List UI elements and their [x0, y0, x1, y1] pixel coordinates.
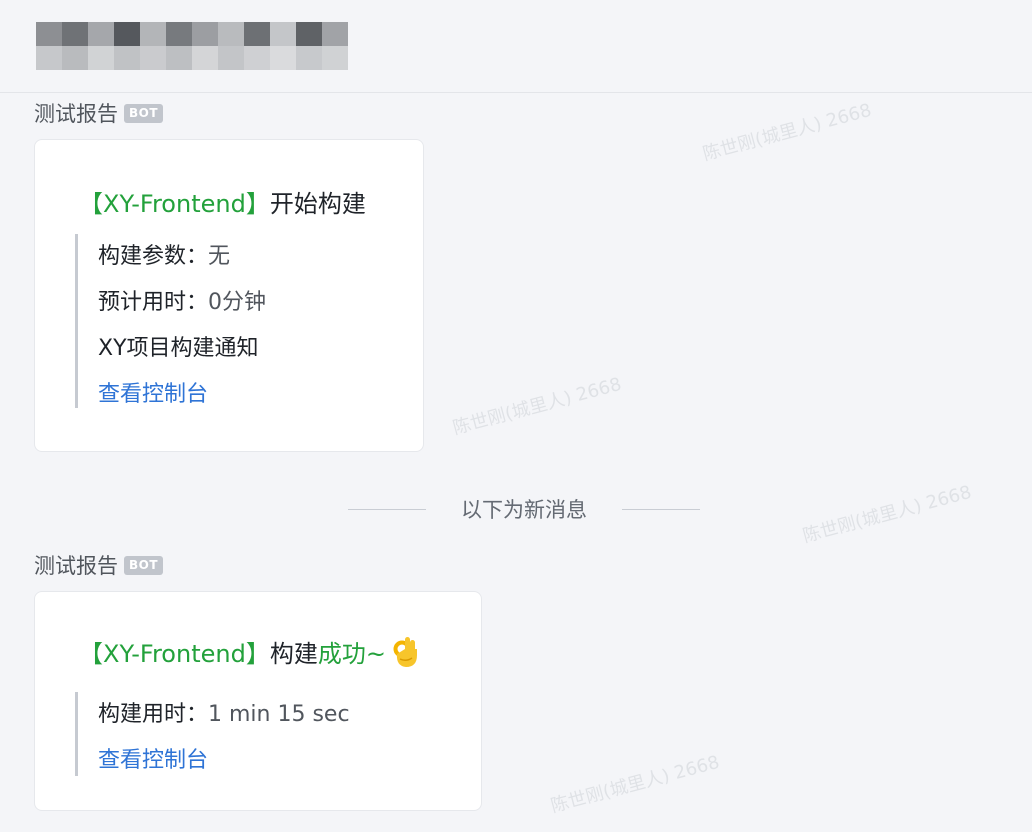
success-text: 成功~ [317, 640, 386, 668]
project-tag: 【XY-Frontend】 [79, 640, 270, 668]
mosaic-cell [244, 22, 270, 46]
info-value: 0分钟 [208, 290, 267, 315]
mosaic-row [36, 22, 348, 46]
title-text: 开始构建 [269, 190, 366, 218]
project-tag: 【XY-Frontend】 [79, 190, 270, 218]
info-line: 构建用时：1 min 15 sec [98, 692, 350, 738]
message-sender: 测试报告 BOT [34, 98, 164, 128]
divider-line [622, 508, 700, 510]
message-sender: 测试报告 BOT [34, 550, 164, 580]
mosaic-cell [270, 46, 296, 70]
card-title: 【XY-Frontend】开始构建 [79, 184, 366, 219]
mosaic-cell [166, 22, 192, 46]
mosaic-cell [36, 46, 62, 70]
info-label: 预计用时： [98, 290, 209, 315]
mosaic-cell [140, 22, 166, 46]
watermark: 陈世刚(城里人) 2668 [548, 751, 722, 818]
info-label: 构建参数： [98, 244, 209, 269]
mosaic-cell [114, 22, 140, 46]
info-line: 构建参数：无 [98, 234, 266, 280]
divider-line [348, 508, 426, 510]
bot-badge: BOT [124, 103, 164, 123]
info-label: 构建用时： [98, 702, 209, 727]
mosaic-cell [192, 22, 218, 46]
mosaic-cell [36, 22, 62, 46]
mosaic-cell [270, 22, 296, 46]
mosaic-cell [296, 46, 322, 70]
mosaic-cell [62, 22, 88, 46]
mosaic-cell [296, 22, 322, 46]
sender-name[interactable]: 测试报告 [34, 550, 118, 580]
mosaic-cell [140, 46, 166, 70]
notice-text: XY项目构建通知 [98, 336, 259, 361]
chat-header [0, 0, 1032, 93]
card-title: 【XY-Frontend】构建成功~ [79, 634, 420, 675]
bot-badge: BOT [124, 555, 164, 575]
card-quote-block: 构建参数：无 预计用时：0分钟 XY项目构建通知 查看控制台 [75, 234, 266, 408]
divider-label: 以下为新消息 [461, 498, 587, 522]
message-card: 【XY-Frontend】开始构建 构建参数：无 预计用时：0分钟 XY项目构建… [34, 139, 424, 452]
mosaic-cell [218, 46, 244, 70]
watermark: 陈世刚(城里人) 2668 [700, 99, 874, 166]
card-quote-block: 构建用时：1 min 15 sec 查看控制台 [75, 692, 350, 776]
info-line: 预计用时：0分钟 [98, 280, 266, 326]
watermark: 陈世刚(城里人) 2668 [450, 373, 624, 440]
sender-name[interactable]: 测试报告 [34, 98, 118, 128]
message-card: 【XY-Frontend】构建成功~ 构建用时：1 min 15 sec 查看控… [34, 591, 482, 811]
mosaic-cell [62, 46, 88, 70]
mosaic-cell [322, 22, 348, 46]
mosaic-cell [88, 46, 114, 70]
new-messages-divider: 以下为新消息 [348, 494, 700, 524]
info-value: 无 [208, 244, 231, 269]
title-text: 构建 [269, 640, 318, 668]
ok-hand-icon [390, 635, 420, 675]
mosaic-cell [192, 46, 218, 70]
mosaic-cell [244, 46, 270, 70]
mosaic-row [36, 46, 348, 70]
mosaic-cell [166, 46, 192, 70]
blurred-chat-title [36, 22, 348, 70]
watermark: 陈世刚(城里人) 2668 [800, 481, 974, 548]
view-console-link[interactable]: 查看控制台 [98, 738, 350, 784]
mosaic-cell [218, 22, 244, 46]
mosaic-cell [88, 22, 114, 46]
mosaic-cell [322, 46, 348, 70]
info-value: 1 min 15 sec [208, 702, 350, 727]
view-console-link[interactable]: 查看控制台 [98, 372, 266, 418]
mosaic-cell [114, 46, 140, 70]
